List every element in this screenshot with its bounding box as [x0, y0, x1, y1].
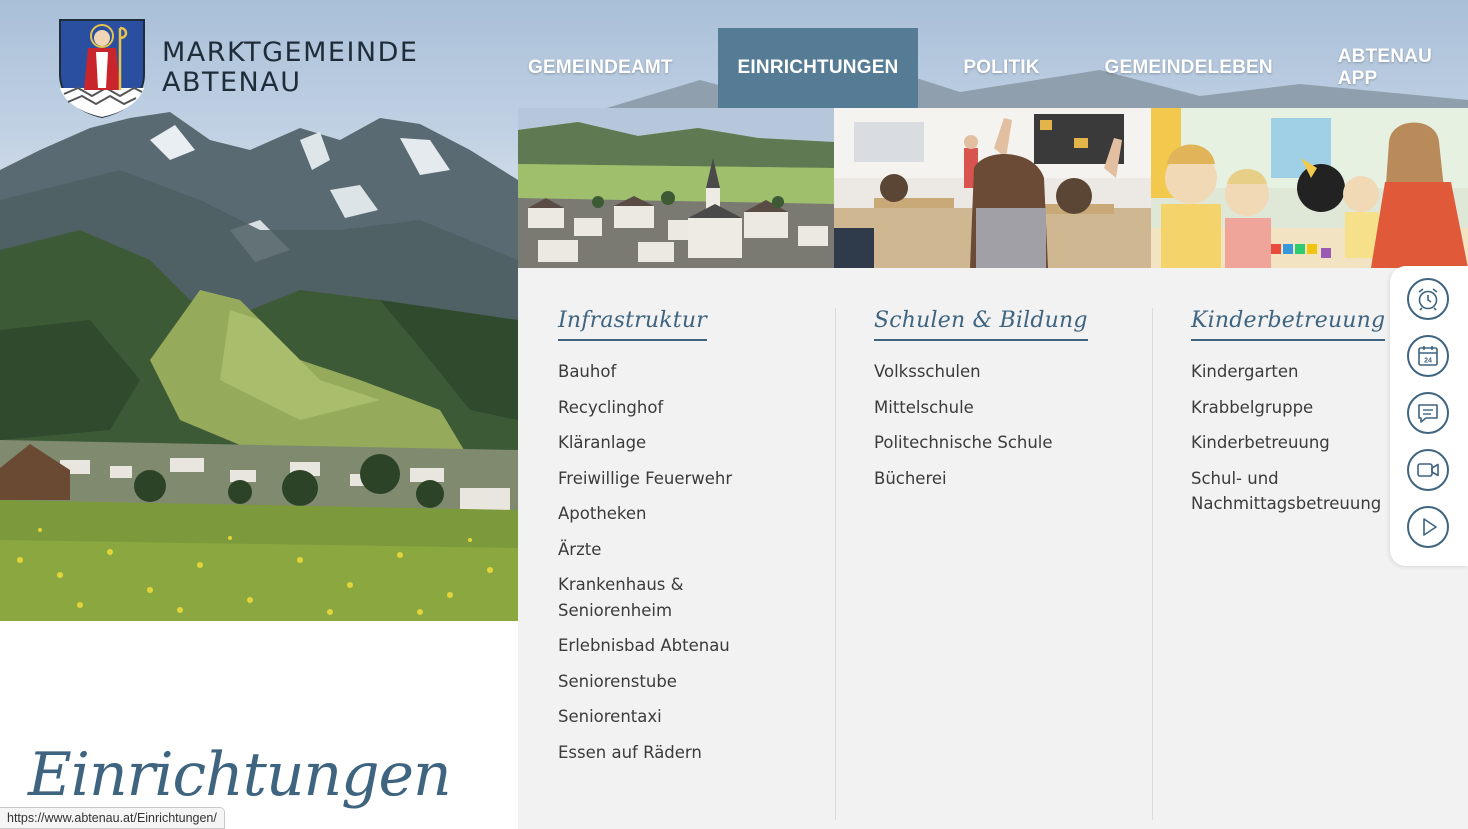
menu-link-freiwillige-feuerwehr[interactable]: Freiwillige Feuerwehr	[558, 466, 732, 492]
menu-column-infrastruktur: Infrastruktur Bauhof Recyclinghof Kläran…	[558, 308, 732, 775]
menu-link-volksschulen[interactable]: Volksschulen	[874, 359, 1088, 385]
site-logo[interactable]: MARKTGEMEINDE ABTENAU	[58, 18, 418, 118]
column-divider	[1152, 308, 1153, 820]
alarm-clock-button[interactable]	[1407, 278, 1449, 320]
column-heading-kinderbetreuung[interactable]: Kinderbetreuung	[1191, 308, 1386, 341]
nav-item-einrichtungen[interactable]: EINRICHTUNGEN	[717, 28, 919, 128]
coat-of-arms-icon	[59, 19, 145, 118]
menu-link-kinderbetreuung[interactable]: Kinderbetreuung	[1191, 430, 1385, 456]
video-camera-icon	[1417, 463, 1439, 477]
nav-item-gemeindeleben[interactable]: GEMEINDELEBEN	[1085, 28, 1293, 108]
menu-link-seniorenstube[interactable]: Seniorenstube	[558, 669, 732, 695]
menu-link-mittelschule[interactable]: Mittelschule	[874, 395, 1088, 421]
column-heading-infrastruktur[interactable]: Infrastruktur	[558, 308, 707, 341]
logo-line-1: MARKTGEMEINDE	[162, 37, 419, 68]
menu-link-recyclinghof[interactable]: Recyclinghof	[558, 395, 732, 421]
nav-item-gemeindeamt[interactable]: GEMEINDEAMT	[508, 28, 693, 108]
column-heading-schulen-bildung[interactable]: Schulen & Bildung	[874, 308, 1088, 341]
menu-link-kindergarten[interactable]: Kindergarten	[1191, 359, 1385, 385]
chat-button[interactable]	[1407, 392, 1449, 434]
logo-line-2: ABTENAU	[162, 67, 302, 98]
menu-link-aerzte[interactable]: Ärzte	[558, 537, 732, 563]
menu-link-erlebnisbad-abtenau[interactable]: Erlebnisbad Abtenau	[558, 633, 732, 659]
main-navigation: GEMEINDEAMT EINRICHTUNGEN POLITIK GEMEIN…	[508, 28, 1468, 128]
nav-item-politik[interactable]: POLITIK	[943, 28, 1059, 108]
menu-link-essen-auf-raedern[interactable]: Essen auf Rädern	[558, 740, 732, 766]
calendar-button[interactable]: 24	[1407, 335, 1449, 377]
nav-item-abtenau-app[interactable]: ABTENAU APP	[1318, 28, 1468, 108]
mega-menu-dropdown: Infrastruktur Bauhof Recyclinghof Kläran…	[518, 108, 1468, 829]
schulen-bildung-image[interactable]	[834, 108, 1151, 268]
quick-access-bar: 24	[1390, 266, 1468, 566]
page-title: Einrichtungen	[28, 740, 452, 810]
link-preview-status-bar: https://www.abtenau.at/Einrichtungen/	[0, 807, 225, 829]
video-button[interactable]	[1407, 449, 1449, 491]
chat-icon	[1418, 404, 1438, 423]
play-icon	[1423, 518, 1437, 536]
menu-column-kinderbetreuung: Kinderbetreuung Kindergarten Krabbelgrup…	[1191, 308, 1386, 527]
menu-link-seniorentaxi[interactable]: Seniorentaxi	[558, 704, 732, 730]
menu-column-schulen-bildung: Schulen & Bildung Volksschulen Mittelsch…	[874, 308, 1088, 501]
menu-link-bauhof[interactable]: Bauhof	[558, 359, 732, 385]
infrastruktur-image[interactable]	[518, 108, 834, 268]
menu-link-apotheken[interactable]: Apotheken	[558, 501, 732, 527]
column-divider	[835, 308, 836, 820]
alarm-clock-icon	[1418, 288, 1438, 311]
menu-link-line: Seniorenheim	[558, 600, 673, 620]
play-button[interactable]	[1407, 506, 1449, 548]
menu-link-line: Krankenhaus &	[558, 575, 684, 594]
menu-link-krabbelgruppe[interactable]: Krabbelgruppe	[1191, 395, 1385, 421]
menu-link-krankenhaus-seniorenheim[interactable]: Krankenhaus & Seniorenheim	[558, 572, 732, 623]
menu-link-schul-nachmittagsbetreuung[interactable]: Schul- und Nachmittagsbetreuung	[1191, 466, 1385, 517]
menu-link-line: Schul- und	[1191, 468, 1279, 488]
logo-text: MARKTGEMEINDE ABTENAU	[162, 38, 418, 98]
menu-link-klaeranlage[interactable]: Kläranlage	[558, 430, 732, 456]
menu-link-line: Nachmittagsbetreuung	[1191, 494, 1382, 513]
menu-link-buecherei[interactable]: Bücherei	[874, 466, 1088, 492]
kinderbetreuung-image[interactable]	[1151, 108, 1468, 268]
menu-link-politechnische-schule[interactable]: Politechnische Schule	[874, 430, 1088, 456]
calendar-number: 24	[1424, 358, 1432, 365]
calendar-icon: 24	[1418, 346, 1438, 366]
